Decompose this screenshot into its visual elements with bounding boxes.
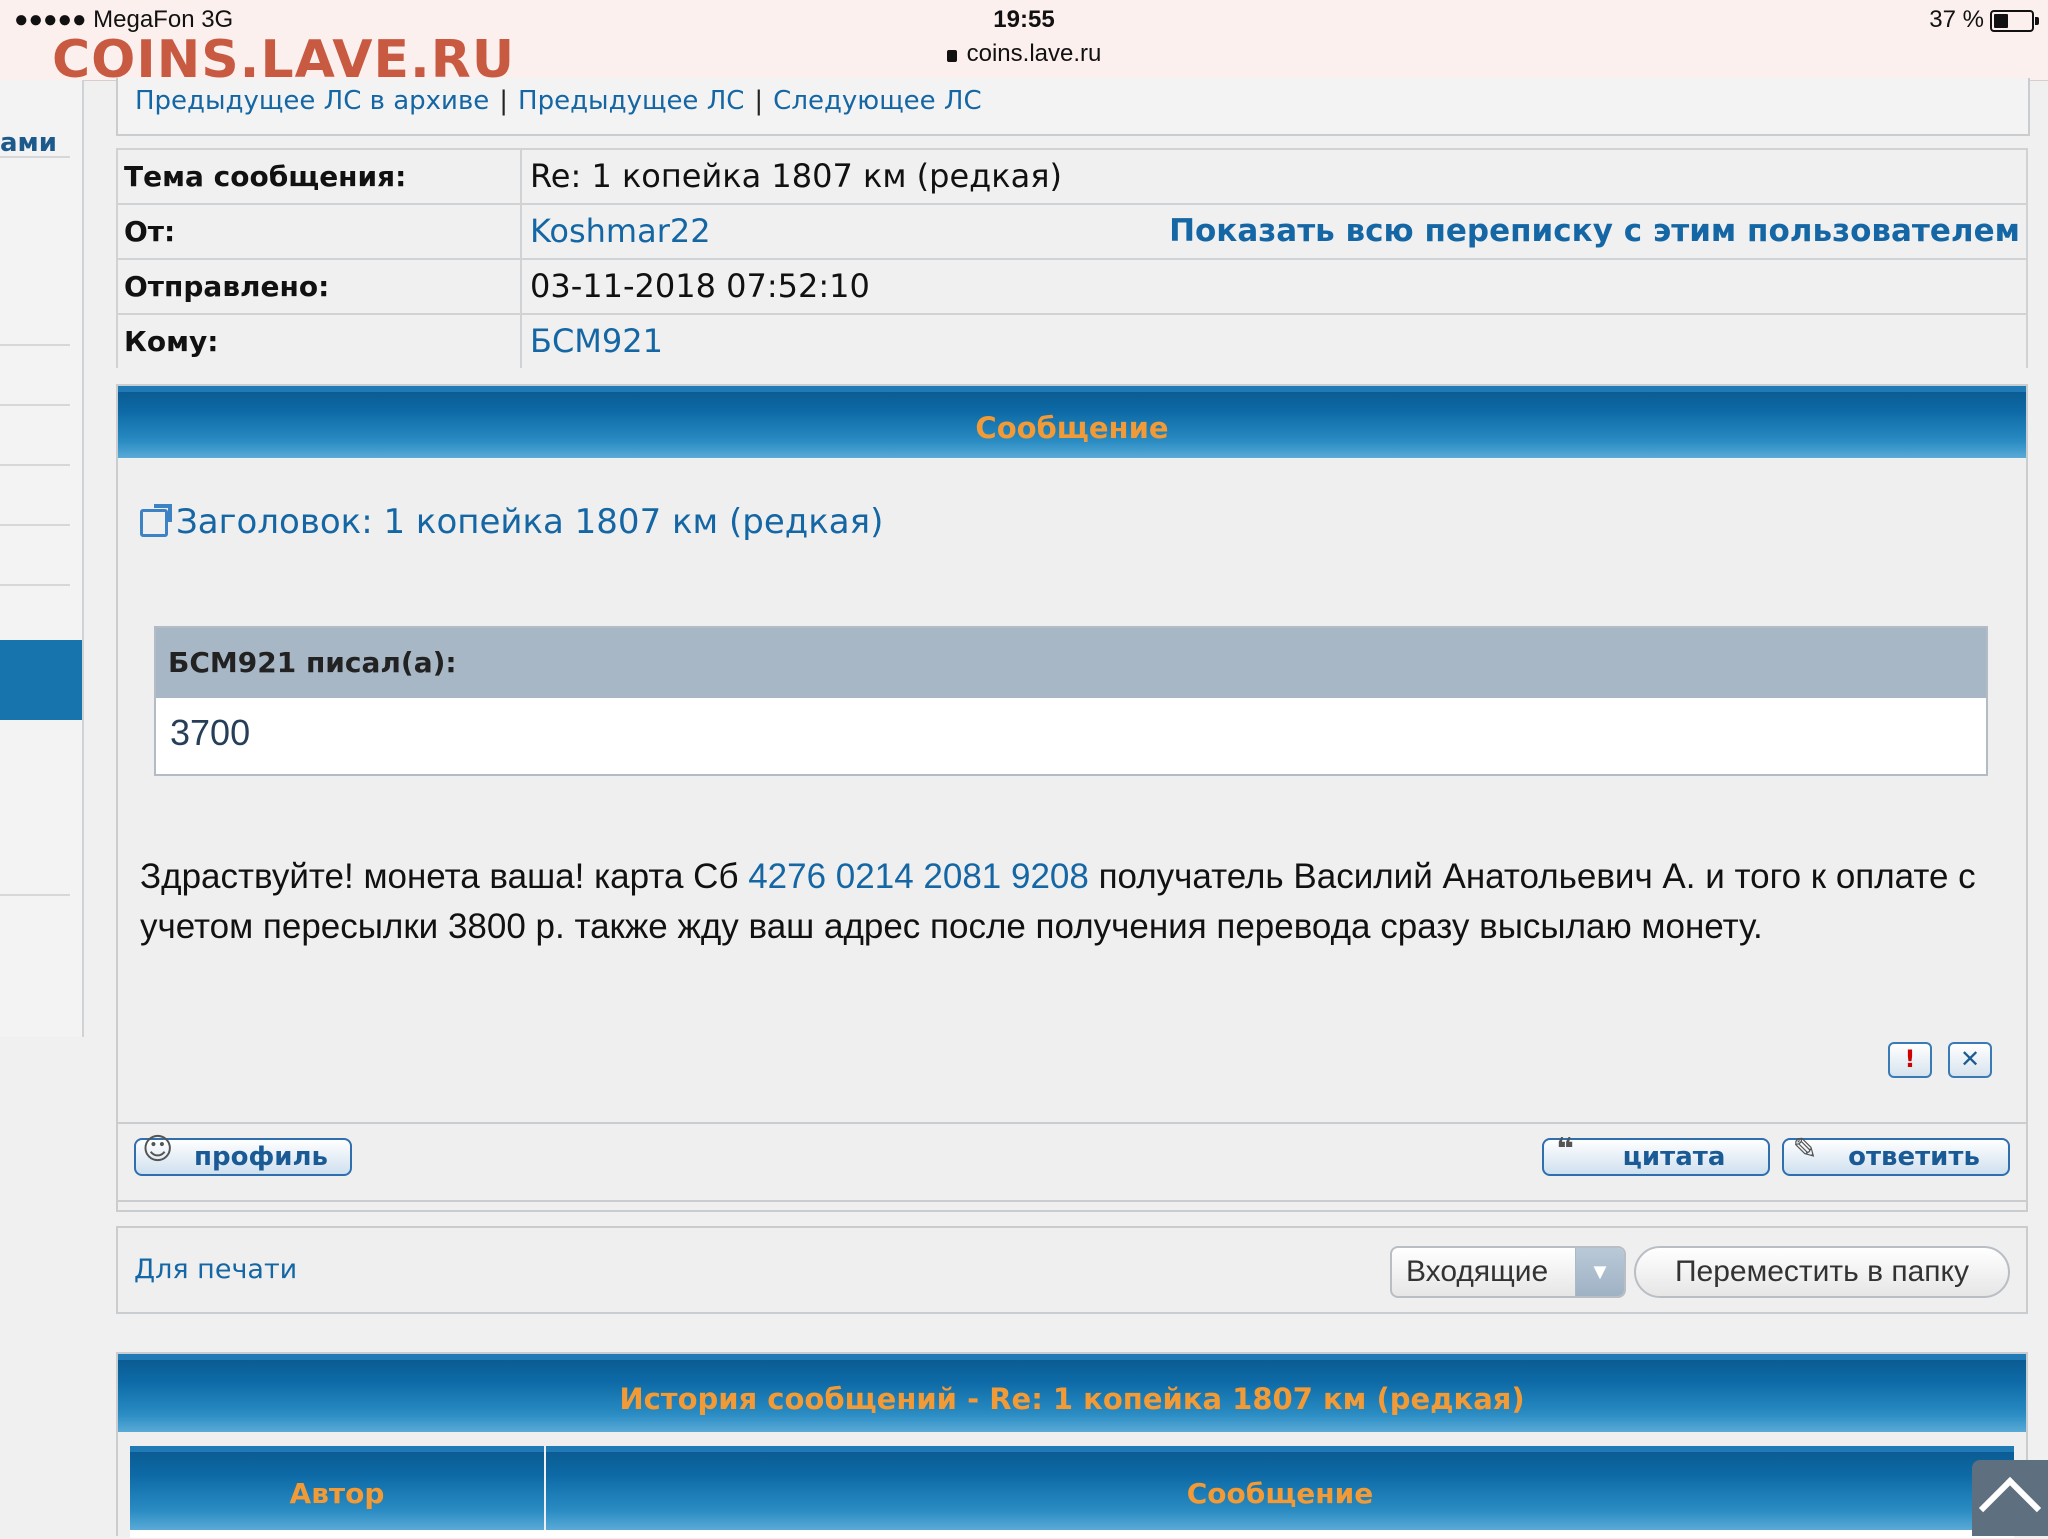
profile-button-label: профиль: [194, 1142, 328, 1172]
report-icon[interactable]: !: [1888, 1042, 1932, 1078]
from-cell: Koshmar22 Показать всю переписку с этим …: [522, 205, 2026, 258]
chevron-up-icon: [1978, 1476, 2042, 1539]
profile-button[interactable]: ☺ профиль: [134, 1132, 352, 1176]
message-body-text: Здраствуйте! монета ваша! карта Сб: [140, 857, 749, 896]
to-row: Кому: БСМ921: [118, 315, 2026, 368]
message-actions: Для печати Входящие ▼ Переместить в папк…: [116, 1226, 2028, 1314]
history-column-author: Автор: [130, 1446, 544, 1530]
sidebar: [0, 80, 84, 1037]
from-row: От: Koshmar22 Показать всю переписку с э…: [118, 205, 2026, 258]
recipient-link[interactable]: БСМ921: [530, 322, 663, 360]
from-label: От:: [118, 205, 520, 258]
message-history: История сообщений - Re: 1 копейка 1807 к…: [116, 1352, 2028, 1538]
divider: [118, 1122, 2026, 1124]
nav-separator: |: [499, 86, 509, 116]
history-header: История сообщений - Re: 1 копейка 1807 к…: [118, 1354, 2026, 1432]
quote-button-label: цитата: [1622, 1142, 1726, 1172]
history-row: [130, 1530, 2014, 1538]
delete-icon[interactable]: ✕: [1948, 1042, 1992, 1078]
quote-author: БСМ921 писал(а):: [156, 628, 1986, 698]
folder-select[interactable]: Входящие ▼: [1390, 1246, 1626, 1298]
user-icon: ☺: [142, 1132, 174, 1167]
external-link-icon: [140, 504, 172, 537]
chevron-down-icon: ▼: [1575, 1248, 1624, 1296]
message-panel: Сообщение Заголовок: 1 копейка 1807 км (…: [116, 384, 2028, 1212]
quote-button[interactable]: ❝ цитата: [1542, 1132, 1770, 1176]
move-to-folder-button[interactable]: Переместить в папку: [1634, 1246, 2010, 1298]
next-message-link[interactable]: Следующее ЛС: [773, 86, 981, 116]
sidebar-active-item[interactable]: [0, 640, 82, 720]
reply-button-label: ответить: [1848, 1142, 1980, 1172]
show-conversation-link[interactable]: Показать всю переписку с этим пользовате…: [1169, 205, 2020, 258]
quote-text: 3700: [170, 712, 251, 753]
message-header: Сообщение: [118, 386, 2026, 458]
battery-percent: 37 %: [1929, 6, 1984, 33]
sent-row: Отправлено: 03-11-2018 07:52:10: [118, 260, 2026, 313]
message-title-text: Заголовок: 1 копейка 1807 км (редкая): [176, 502, 884, 542]
card-number-link[interactable]: 4276 0214 2081 9208: [748, 857, 1089, 896]
scroll-to-top-button[interactable]: [1972, 1460, 2048, 1539]
message-info-table: Тема сообщения: Re: 1 копейка 1807 км (р…: [116, 148, 2028, 368]
subject-value: Re: 1 копейка 1807 км (редкая): [522, 150, 2026, 203]
nav-separator: |: [754, 86, 764, 116]
document-icon: ✎: [1792, 1132, 1818, 1167]
history-column-message: Сообщение: [546, 1446, 2014, 1530]
battery-icon: [1990, 10, 2039, 32]
subject-row: Тема сообщения: Re: 1 копейка 1807 км (р…: [118, 150, 2026, 203]
sent-label: Отправлено:: [118, 260, 520, 313]
subject-label: Тема сообщения:: [118, 150, 520, 203]
url-text: coins.lave.ru: [966, 40, 1102, 67]
reply-button[interactable]: ✎ ответить: [1782, 1132, 2010, 1176]
quote-block: БСМ921 писал(а): 3700: [154, 626, 1988, 776]
divider: [118, 1200, 2026, 1202]
message-title: Заголовок: 1 копейка 1807 км (редкая): [140, 502, 883, 542]
prev-message-link[interactable]: Предыдущее ЛС: [518, 86, 744, 116]
sent-value: 03-11-2018 07:52:10: [522, 260, 2026, 313]
folder-select-value: Входящие: [1406, 1255, 1549, 1288]
prev-archive-link[interactable]: Предыдущее ЛС в архиве: [135, 86, 489, 116]
to-cell: БСМ921: [522, 315, 2026, 368]
sender-link[interactable]: Koshmar22: [530, 212, 711, 250]
message-body: Здраствуйте! монета ваша! карта Сб 4276 …: [140, 852, 2010, 952]
print-link[interactable]: Для печати: [134, 1254, 297, 1285]
lock-icon: [946, 50, 957, 62]
to-label: Кому:: [118, 315, 520, 368]
sidebar-item-label[interactable]: ами: [0, 128, 57, 158]
pm-navigation: Предыдущее ЛС в архиве | Предыдущее ЛС | Сле…: [116, 78, 2030, 136]
speech-bubble-icon: ❝: [1556, 1132, 1574, 1167]
